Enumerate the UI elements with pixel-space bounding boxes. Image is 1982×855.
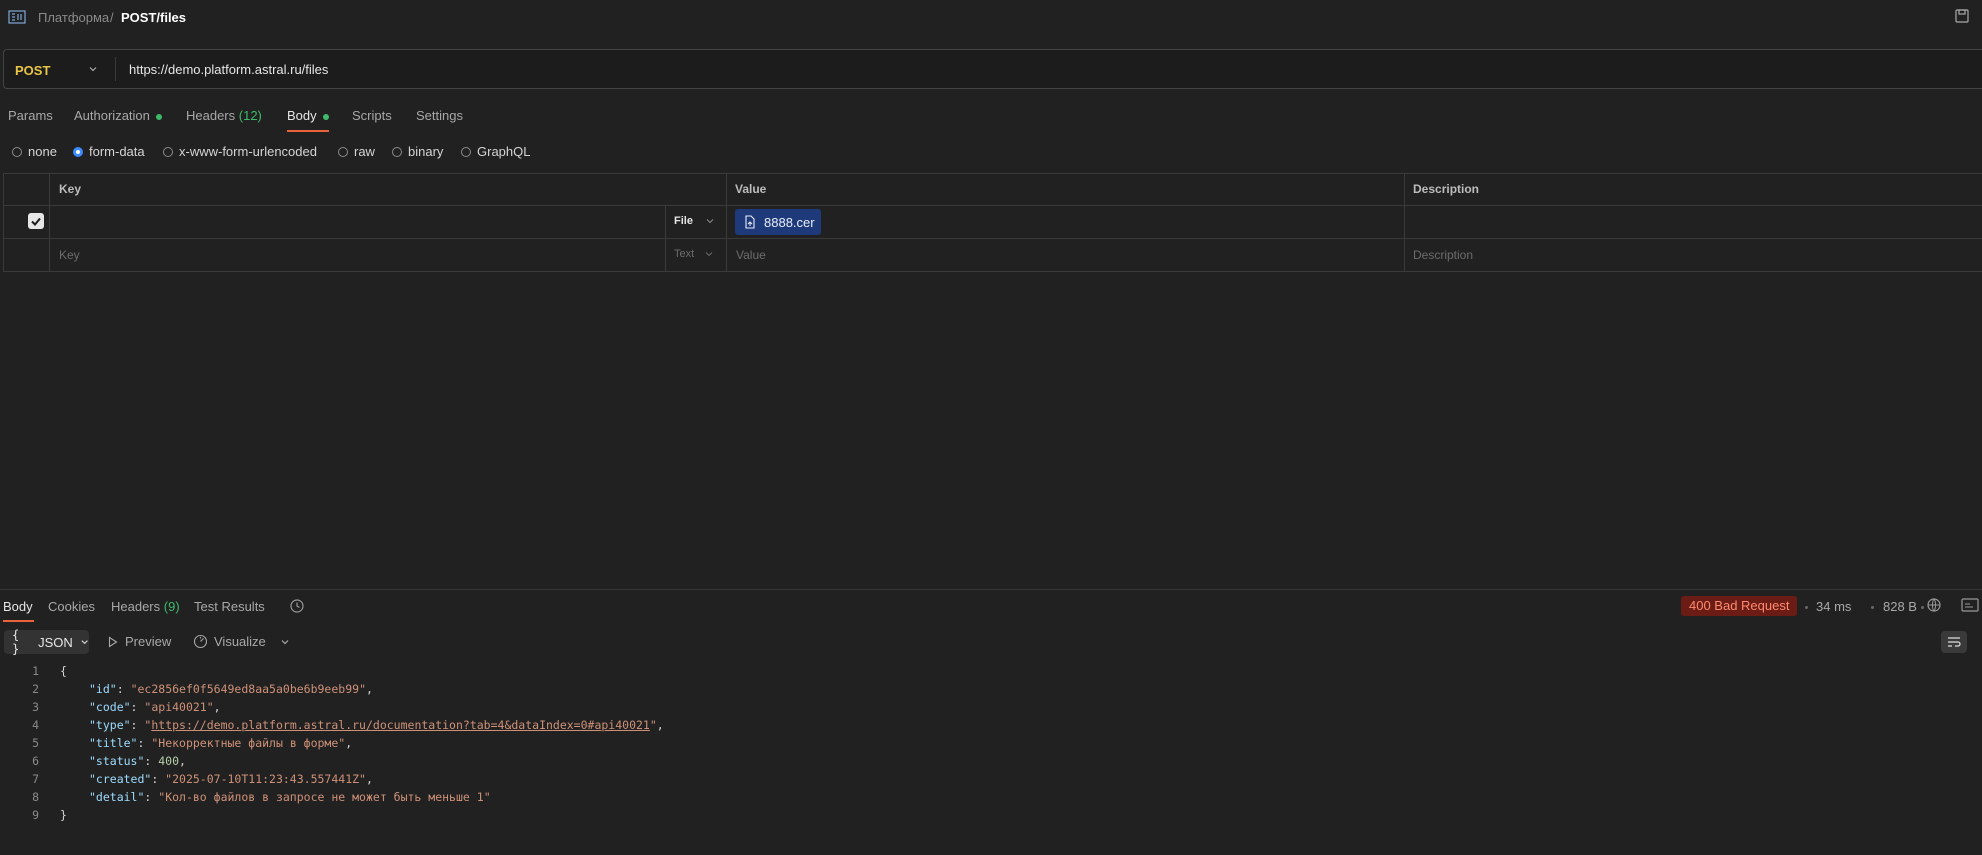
column-header-value: Value: [735, 182, 767, 196]
radio-label: none: [28, 144, 57, 159]
radio-label: x-www-form-urlencoded: [179, 144, 317, 159]
response-size[interactable]: 828 B: [1883, 599, 1917, 614]
status-dot: [322, 113, 329, 120]
tab-label: Authorization: [74, 108, 150, 123]
response-tab-cookies[interactable]: Cookies: [48, 599, 95, 614]
response-tab-headers[interactable]: Headers (9): [111, 599, 180, 614]
tab-count: (9): [163, 599, 180, 614]
page-title: POST/files: [121, 10, 187, 25]
separator-dot: [1805, 606, 1808, 609]
radio-form-data[interactable]: form-data: [73, 144, 145, 159]
active-tab-indicator: [287, 130, 329, 132]
type-select-file[interactable]: File: [674, 215, 715, 227]
tab-headers[interactable]: Headers (12): [186, 108, 262, 123]
preview-button[interactable]: Preview: [108, 634, 171, 649]
panel-divider[interactable]: [0, 589, 1982, 590]
table-divider: [3, 205, 1982, 206]
format-label: JSON: [38, 634, 73, 650]
radio-none[interactable]: none: [12, 144, 57, 159]
table-divider: [49, 173, 50, 272]
response-tab-test-results[interactable]: Test Results: [194, 599, 265, 614]
radio-label: GraphQL: [477, 144, 531, 159]
visualize-button[interactable]: Visualize: [193, 634, 266, 649]
api-icon: [8, 9, 26, 25]
radio-graphql[interactable]: GraphQL: [461, 144, 530, 159]
radio-label: binary: [408, 144, 444, 159]
chevron-down-icon: [705, 252, 713, 257]
wrap-lines-button[interactable]: [1941, 631, 1967, 653]
status-dot: [155, 113, 162, 120]
visualize-label: Visualize: [214, 634, 266, 649]
json-value-code: api40021: [151, 700, 207, 714]
status-badge[interactable]: 400 Bad Request: [1681, 596, 1798, 616]
key-input[interactable]: Key: [59, 248, 80, 262]
play-icon: [108, 635, 118, 648]
network-icon[interactable]: [1926, 597, 1942, 613]
json-value-created: 2025-07-10T11:23:43.557441Z: [172, 772, 360, 786]
chevron-down-icon: [706, 219, 714, 224]
type-label: Text: [674, 248, 695, 260]
table-divider: [3, 238, 1982, 239]
history-icon[interactable]: [289, 598, 305, 614]
check-icon: [31, 217, 41, 226]
radio-x-www-form-urlencoded[interactable]: x-www-form-urlencoded: [163, 144, 317, 159]
chevron-down-icon[interactable]: [280, 637, 290, 647]
response-tab-body[interactable]: Body: [3, 599, 33, 614]
table-divider: [1404, 173, 1405, 272]
tab-label: Body: [287, 108, 317, 123]
tab-authorization[interactable]: Authorization: [74, 108, 162, 123]
response-time[interactable]: 34 ms: [1816, 599, 1851, 614]
row-checkbox[interactable]: [28, 213, 44, 229]
value-input[interactable]: Value: [736, 248, 766, 262]
json-value-type-link[interactable]: https://demo.platform.astral.ru/document…: [151, 718, 650, 732]
file-icon: [745, 215, 755, 229]
wrap-icon: [1948, 637, 1961, 647]
type-select-text[interactable]: Text: [674, 248, 714, 260]
active-tab-indicator: [3, 620, 34, 622]
tab-label: Headers: [111, 599, 161, 614]
preview-label: Preview: [125, 634, 172, 649]
tab-body[interactable]: Body: [287, 108, 329, 123]
radio-raw[interactable]: raw: [338, 144, 375, 159]
format-select[interactable]: { } JSON: [4, 628, 89, 656]
description-input[interactable]: Description: [1413, 248, 1473, 262]
divider: [115, 57, 116, 81]
separator-dot: [1871, 606, 1874, 609]
file-name: 8888.cer: [764, 214, 815, 230]
separator-dot: [1921, 606, 1924, 609]
chevron-down-icon[interactable]: [88, 64, 98, 74]
top-bar: Платформа / POST/files: [0, 0, 1982, 36]
tab-label: Headers: [186, 108, 236, 123]
example-icon[interactable]: [1961, 597, 1979, 613]
column-header-key: Key: [59, 182, 82, 196]
json-value-id: ec2856ef0f5649ed8aa5a0be6b9eeb99: [137, 682, 360, 696]
tab-settings[interactable]: Settings: [416, 108, 463, 123]
tab-count: (12): [238, 108, 262, 123]
tab-params[interactable]: Params: [8, 108, 53, 123]
tab-scripts[interactable]: Scripts: [352, 108, 392, 123]
chevron-down-icon: [81, 640, 88, 645]
url-bar: POST https://demo.platform.astral.ru/fil…: [3, 49, 1982, 89]
method-select[interactable]: POST: [15, 63, 50, 78]
visualize-icon: [193, 634, 208, 649]
type-label: File: [674, 215, 693, 227]
form-data-table: [3, 173, 1982, 272]
file-chip[interactable]: 8888.cer: [735, 209, 821, 235]
radio-label: form-data: [89, 144, 145, 159]
breadcrumb-parent[interactable]: Платформа: [38, 10, 109, 25]
breadcrumb-separator: /: [110, 10, 114, 25]
url-input[interactable]: https://demo.platform.astral.ru/files: [129, 62, 328, 77]
table-divider: [665, 206, 666, 272]
json-value-title: Некорректные файлы в форме: [158, 736, 339, 750]
radio-binary[interactable]: binary: [392, 144, 443, 159]
json-value-status: 400: [158, 754, 180, 768]
braces-icon: { }: [12, 628, 20, 656]
table-divider: [726, 173, 727, 272]
column-header-description: Description: [1413, 182, 1480, 196]
radio-label: raw: [354, 144, 375, 159]
save-icon[interactable]: [1955, 9, 1969, 23]
json-value-detail: Кол-во файлов в запросе не может быть ме…: [165, 790, 484, 804]
